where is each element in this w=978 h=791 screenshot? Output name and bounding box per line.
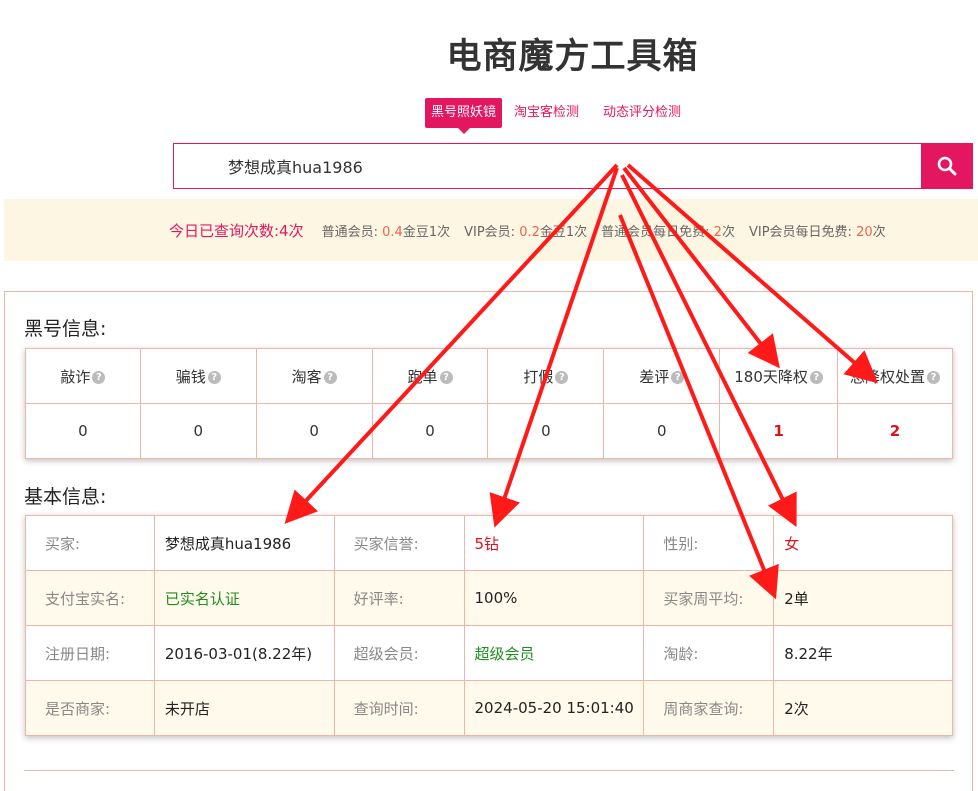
page: 电商魔方工具箱 黑号照妖镜 淘宝客检测 动态评分检测 今日已查询次数:4次 普通…: [0, 0, 978, 791]
col-header-fake-hunter: 打假?: [487, 348, 605, 404]
blacklist-section-title: 黑号信息:: [24, 318, 107, 340]
value-register-date: 2016-03-01(8.22年): [153, 625, 335, 681]
search-box: [173, 143, 922, 189]
value-buyer-credit: 5钻: [463, 515, 645, 571]
col-header-bad-review: 差评?: [603, 348, 721, 404]
label-super-member: 超级会员:: [333, 625, 465, 681]
col-header-runaway: 跑单?: [371, 348, 489, 404]
table-row: 注册日期: 2016-03-01(8.22年) 超级会员: 超级会员 淘龄: 8…: [25, 625, 953, 681]
search-icon: [937, 156, 957, 176]
search-input[interactable]: [174, 144, 922, 188]
label-positive-rate: 好评率:: [333, 570, 465, 626]
help-icon[interactable]: ?: [671, 370, 685, 384]
today-query-count: 今日已查询次数:4次: [169, 221, 304, 240]
value-gender: 女: [773, 515, 953, 571]
help-icon[interactable]: ?: [92, 370, 106, 384]
value-extortion: 0: [25, 403, 141, 459]
tab-blacklist-mirror[interactable]: 黑号照妖镜: [425, 98, 503, 134]
label-buyer: 买家:: [25, 515, 155, 571]
label-is-merchant: 是否商家:: [25, 680, 155, 736]
basic-section-title: 基本信息:: [24, 486, 107, 508]
page-title: 电商魔方工具箱: [446, 37, 699, 77]
tab-bar: 黑号照妖镜 淘宝客检测 动态评分检测: [425, 98, 693, 134]
value-super-member: 超级会员: [463, 625, 645, 681]
value-alipay-realname: 已实名认证: [153, 570, 335, 626]
label-alipay-realname: 支付宝实名:: [25, 570, 155, 626]
help-icon[interactable]: ?: [555, 370, 569, 384]
col-header-extortion: 敲诈?: [25, 348, 141, 404]
table-row: 是否商家: 未开店 查询时间: 2024-05-20 15:01:40 周商家查…: [25, 680, 953, 736]
help-icon[interactable]: ?: [323, 370, 337, 384]
label-buyer-credit: 买家信誉:: [333, 515, 465, 571]
value-fake-hunter: 0: [487, 403, 605, 459]
value-positive-rate: 100%: [463, 570, 645, 626]
help-icon[interactable]: ?: [927, 370, 941, 384]
value-scam: 0: [139, 403, 257, 459]
value-runaway: 0: [371, 403, 489, 459]
value-weekly-average: 2单: [773, 570, 953, 626]
blacklist-table: 敲诈? 骗钱? 淘客? 跑单? 打假? 差评? 180天降权? 总降权处置? 0…: [25, 348, 953, 459]
label-weekly-average: 买家周平均:: [643, 570, 775, 626]
help-icon[interactable]: ?: [207, 370, 221, 384]
col-header-scam: 骗钱?: [139, 348, 257, 404]
col-header-total-downgrade: 总降权处置?: [837, 348, 953, 404]
basic-info-table: 买家: 梦想成真hua1986 买家信誉: 5钻 性别: 女 支付宝实名: 已实…: [25, 515, 953, 736]
vip-member-free: VIP会员每日免费: 20次: [748, 224, 886, 240]
value-taobao-age: 8.22年: [773, 625, 953, 681]
table-row: 买家: 梦想成真hua1986 买家信誉: 5钻 性别: 女: [25, 515, 953, 571]
value-is-merchant: 未开店: [153, 680, 335, 736]
col-header-180d-downgrade: 180天降权?: [719, 348, 839, 404]
label-gender: 性别:: [643, 515, 775, 571]
value-query-time: 2024-05-20 15:01:40: [463, 680, 645, 736]
value-bad-review: 0: [603, 403, 721, 459]
tab-taoke-check[interactable]: 淘宝客检测: [502, 98, 591, 128]
label-weekly-merchant-query: 周商家查询:: [643, 680, 775, 736]
value-180d-downgrade: 1: [719, 403, 839, 459]
value-buyer: 梦想成真hua1986: [153, 515, 335, 571]
label-query-time: 查询时间:: [333, 680, 465, 736]
table-row: 支付宝实名: 已实名认证 好评率: 100% 买家周平均: 2单: [25, 570, 953, 626]
value-taoke: 0: [255, 403, 373, 459]
col-header-taoke: 淘客?: [255, 348, 373, 404]
value-total-downgrade: 2: [837, 403, 953, 459]
label-taobao-age: 淘龄:: [643, 625, 775, 681]
search-button[interactable]: [921, 143, 973, 189]
normal-member-cost: 普通会员: 0.4金豆1次: [321, 224, 451, 240]
label-register-date: 注册日期:: [25, 625, 155, 681]
vip-member-cost: VIP会员: 0.2金豆1次: [464, 224, 588, 240]
help-icon[interactable]: ?: [439, 370, 453, 384]
normal-member-free: 普通会员每日免费: 2次: [601, 224, 735, 240]
tab-rating-check[interactable]: 动态评分检测: [591, 98, 693, 128]
query-info-bar: 今日已查询次数:4次 普通会员: 0.4金豆1次 VIP会员: 0.2金豆1次 …: [4, 199, 978, 261]
section-divider: [24, 770, 954, 771]
help-icon[interactable]: ?: [809, 370, 823, 384]
value-weekly-merchant-query: 2次: [773, 680, 953, 736]
